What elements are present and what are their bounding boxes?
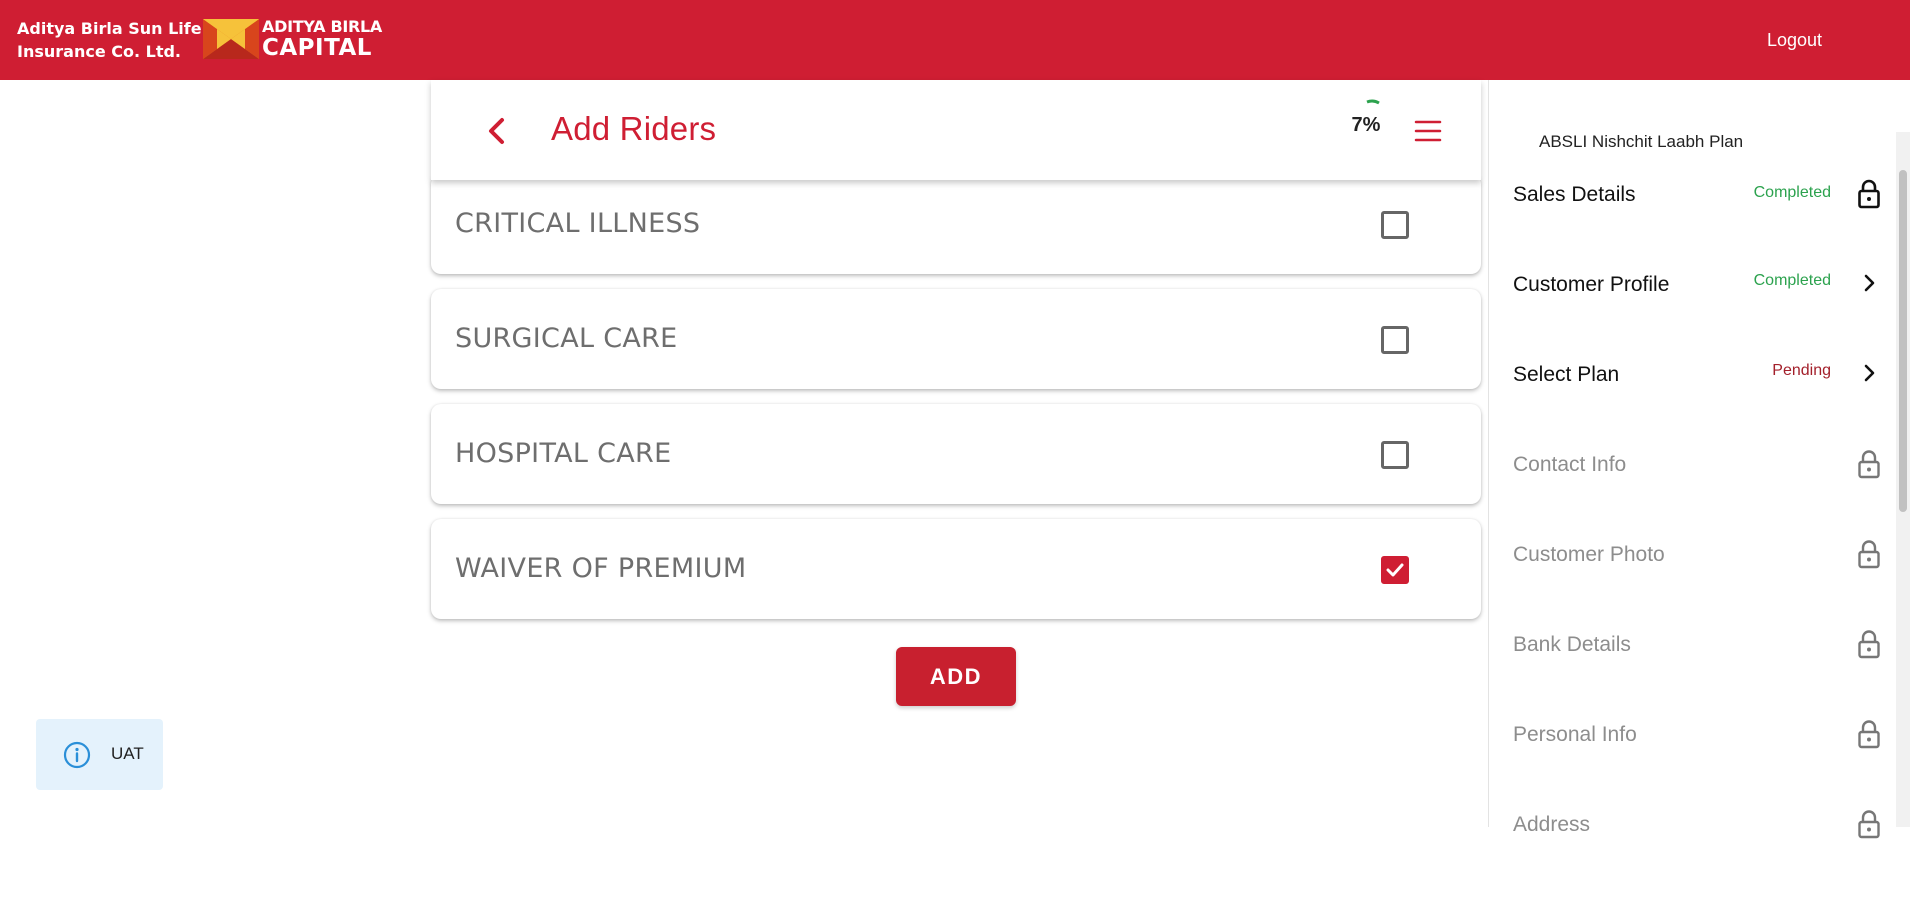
chevron-right-icon	[1864, 364, 1875, 382]
sidebar-item-select-plan[interactable]: Select Plan Pending	[1489, 360, 1899, 450]
environment-label: UAT	[111, 744, 144, 763]
lock-icon	[1858, 630, 1880, 659]
sidebar-item-sales-details[interactable]: Sales Details Completed	[1489, 179, 1899, 270]
rider-checkbox[interactable]	[1381, 211, 1409, 239]
sidebar-item-contact-info[interactable]: Contact Info	[1489, 450, 1899, 540]
add-button[interactable]: ADD	[896, 647, 1016, 706]
sidebar-item-label: Contact Info	[1513, 453, 1627, 476]
rider-label: CRITICAL ILLNESS	[455, 208, 701, 239]
rider-card: WAIVER OF PREMIUM	[431, 519, 1481, 619]
rider-checkbox[interactable]	[1381, 326, 1409, 354]
sidebar-item-bank-details[interactable]: Bank Details	[1489, 630, 1899, 720]
status-badge: Pending	[1772, 362, 1831, 379]
hamburger-menu-icon[interactable]	[1413, 118, 1443, 144]
page-title: Add Riders	[551, 110, 717, 147]
rider-card: HOSPITAL CARE	[431, 404, 1481, 504]
rider-label: SURGICAL CARE	[455, 323, 678, 354]
brand-line-2: Insurance Co. Ltd.	[17, 42, 181, 61]
chevron-right-icon	[1864, 274, 1875, 292]
logout-link[interactable]: Logout	[1767, 30, 1822, 51]
progress-ring	[1366, 99, 1380, 105]
chevron-left-icon[interactable]	[483, 116, 509, 146]
sidebar-item-customer-photo[interactable]: Customer Photo	[1489, 540, 1899, 630]
sidebar-scrollbar[interactable]	[1896, 132, 1910, 827]
sidebar-item-label: Customer Profile	[1513, 273, 1670, 296]
checkmark-icon	[1386, 563, 1404, 577]
lock-open-icon	[1858, 179, 1880, 209]
info-icon	[63, 741, 91, 769]
rider-checkbox[interactable]	[1381, 441, 1409, 469]
page-header: Add Riders 7%	[431, 80, 1481, 180]
environment-badge: UAT	[36, 719, 163, 790]
scrollbar-thumb[interactable]	[1899, 170, 1907, 512]
sidebar-item-label: Address	[1513, 813, 1591, 836]
brand-line-1: Aditya Birla Sun Life	[17, 19, 202, 38]
sidebar-item-label: Sales Details	[1513, 183, 1636, 206]
rider-checkbox[interactable]	[1381, 556, 1409, 584]
lock-icon	[1858, 810, 1880, 839]
sidebar-item-customer-profile[interactable]: Customer Profile Completed	[1489, 270, 1899, 360]
sidebar-item-label: Personal Info	[1513, 723, 1637, 746]
rider-label: HOSPITAL CARE	[455, 438, 672, 469]
sidebar-item-label: Select Plan	[1513, 363, 1620, 386]
rider-card: CRITICAL ILLNESS	[431, 174, 1481, 274]
status-badge: Completed	[1753, 184, 1831, 201]
plan-name: ABSLI Nishchit Laabh Plan	[1539, 132, 1744, 151]
status-badge: Completed	[1753, 272, 1831, 289]
sidebar-item-personal-info[interactable]: Personal Info	[1489, 720, 1899, 810]
sidebar-item-address[interactable]: Address	[1489, 810, 1899, 900]
sidebar-item-label: Customer Photo	[1513, 543, 1665, 566]
lock-icon	[1858, 450, 1880, 479]
progress-sidebar: ABSLI Nishchit Laabh Plan Sales Details …	[1488, 80, 1910, 839]
brand-name: Aditya Birla Sun Life Insurance Co. Ltd.	[17, 17, 202, 63]
rider-label: WAIVER OF PREMIUM	[455, 553, 747, 584]
top-bar: Aditya Birla Sun Life Insurance Co. Ltd.…	[0, 0, 1910, 80]
lock-icon	[1858, 720, 1880, 749]
aditya-birla-logo-icon	[203, 19, 259, 59]
progress-percent: 7%	[1351, 114, 1381, 136]
sidebar-item-label: Bank Details	[1513, 633, 1631, 656]
capital-logo-text: ADITYA BIRLA CAPITAL	[262, 17, 382, 61]
lock-icon	[1858, 540, 1880, 569]
rider-card: SURGICAL CARE	[431, 289, 1481, 389]
